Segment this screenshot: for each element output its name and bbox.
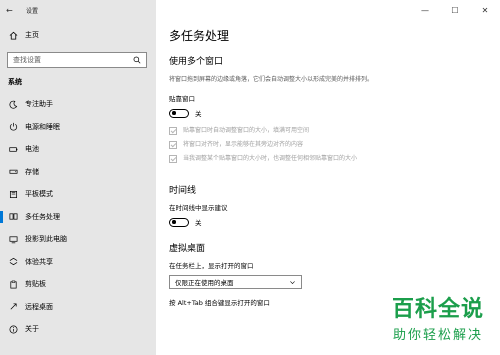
search-placeholder: 查找设置 bbox=[13, 56, 41, 64]
maximize-icon[interactable]: ☐ bbox=[440, 0, 470, 20]
sidebar-item-power-sleep[interactable]: 电源和睡眠 bbox=[0, 116, 156, 139]
sidebar: ← 设置 主页 查找设置 系统 专注助手 电源和睡眠 电池 存储 平板模式 多任… bbox=[0, 0, 156, 355]
timeline-heading: 时间线 bbox=[169, 186, 197, 196]
watermark-logo: 百科全说 助你轻松解决 bbox=[392, 291, 484, 343]
sidebar-item-multitasking[interactable]: 多任务处理 bbox=[0, 206, 156, 229]
search-input[interactable]: 查找设置 bbox=[7, 52, 147, 68]
sidebar-item-remote-desktop[interactable]: 远程桌面 bbox=[0, 296, 156, 319]
sidebar-item-shared-experiences[interactable]: 体验共享 bbox=[0, 251, 156, 274]
multitask-icon bbox=[9, 213, 18, 220]
sidebar-item-clipboard[interactable]: 剪贴板 bbox=[0, 273, 156, 296]
timeline-suggestions-toggle[interactable] bbox=[169, 217, 189, 227]
snap-toggle-state: 关 bbox=[195, 110, 202, 118]
sidebar-item-storage[interactable]: 存储 bbox=[0, 161, 156, 184]
storage-icon bbox=[9, 170, 18, 174]
battery-icon bbox=[9, 147, 18, 152]
power-icon bbox=[9, 123, 18, 131]
virtual-desktops-heading: 虚拟桌面 bbox=[169, 244, 206, 254]
snap-heading: 使用多个窗口 bbox=[169, 57, 224, 67]
sidebar-item-focus-assist[interactable]: 专注助手 bbox=[0, 93, 156, 116]
sidebar-item-project[interactable]: 投影到此电脑 bbox=[0, 228, 156, 251]
timeline-toggle-row: 关 bbox=[169, 217, 489, 227]
remote-icon bbox=[10, 303, 17, 310]
snap-options: 贴靠窗口时自动调整窗口的大小，填满可用空间 将窗口对齐时，显示能够在其旁边对齐的… bbox=[169, 126, 489, 163]
taskbar-windows-label: 在任务栏上，显示打开的窗口 bbox=[169, 262, 254, 270]
moon-icon bbox=[9, 100, 18, 109]
snap-toggle-label: 贴靠窗口 bbox=[169, 95, 195, 103]
clipboard-icon bbox=[10, 280, 17, 289]
taskbar-windows-dropdown[interactable]: 仅限正在使用的桌面 bbox=[169, 275, 302, 289]
snap-description: 将窗口拖到屏幕的边缘或角落，它们会自动调整大小以形成完美的并排排列。 bbox=[169, 76, 374, 83]
project-icon bbox=[9, 236, 18, 243]
tablet-icon bbox=[9, 190, 18, 198]
window-title: 设置 bbox=[26, 7, 39, 15]
sidebar-item-tablet-mode[interactable]: 平板模式 bbox=[0, 183, 156, 206]
snap-option-fill-checkbox[interactable] bbox=[169, 127, 177, 135]
home-label: 主页 bbox=[25, 31, 39, 39]
window-controls: — ☐ ✕ bbox=[410, 0, 500, 20]
settings-content: 多任务处理 使用多个窗口 将窗口拖到屏幕的边缘或角落，它们会自动调整大小以形成完… bbox=[169, 27, 489, 307]
minimize-icon[interactable]: — bbox=[410, 0, 440, 20]
snap-option-fill: 贴靠窗口时自动调整窗口的大小，填满可用空间 bbox=[169, 126, 489, 135]
home-icon bbox=[9, 31, 18, 40]
back-arrow-icon[interactable]: ← bbox=[6, 6, 20, 15]
watermark-title: 百科全说 bbox=[391, 297, 484, 322]
section-label-system: 系统 bbox=[8, 78, 22, 86]
snap-windows-toggle[interactable] bbox=[169, 108, 189, 118]
taskbar-windows-value: 仅限正在使用的桌面 bbox=[175, 279, 234, 287]
sidebar-nav: 专注助手 电源和睡眠 电池 存储 平板模式 多任务处理 投影到此电脑 体验共享 bbox=[0, 93, 156, 341]
snap-option-resize-checkbox[interactable] bbox=[169, 155, 177, 163]
snap-toggle-row: 关 bbox=[169, 108, 489, 118]
main-panel: — ☐ ✕ 多任务处理 使用多个窗口 将窗口拖到屏幕的边缘或角落，它们会自动调整… bbox=[156, 0, 500, 355]
snap-option-suggest: 将窗口对齐时，显示能够在其旁边对齐的内容 bbox=[169, 140, 489, 149]
search-icon bbox=[133, 56, 141, 64]
home-link[interactable]: 主页 bbox=[0, 25, 156, 45]
snap-option-resize: 当我调整某个贴靠窗口的大小时，也调整任何相邻贴靠窗口的大小 bbox=[169, 154, 489, 163]
chevron-down-icon bbox=[290, 280, 295, 284]
sidebar-item-battery[interactable]: 电池 bbox=[0, 138, 156, 161]
close-icon[interactable]: ✕ bbox=[470, 0, 500, 20]
sidebar-item-about[interactable]: 关于 bbox=[0, 318, 156, 341]
snap-option-suggest-checkbox[interactable] bbox=[169, 141, 177, 149]
page-title: 多任务处理 bbox=[169, 29, 230, 43]
info-icon bbox=[9, 325, 18, 334]
share-icon bbox=[9, 258, 18, 266]
timeline-toggle-state: 关 bbox=[195, 219, 202, 227]
title-bar: ← 设置 bbox=[0, 0, 156, 20]
watermark-subtitle: 助你轻松解决 bbox=[392, 328, 483, 343]
timeline-toggle-label: 在时间线中显示建议 bbox=[169, 204, 228, 212]
